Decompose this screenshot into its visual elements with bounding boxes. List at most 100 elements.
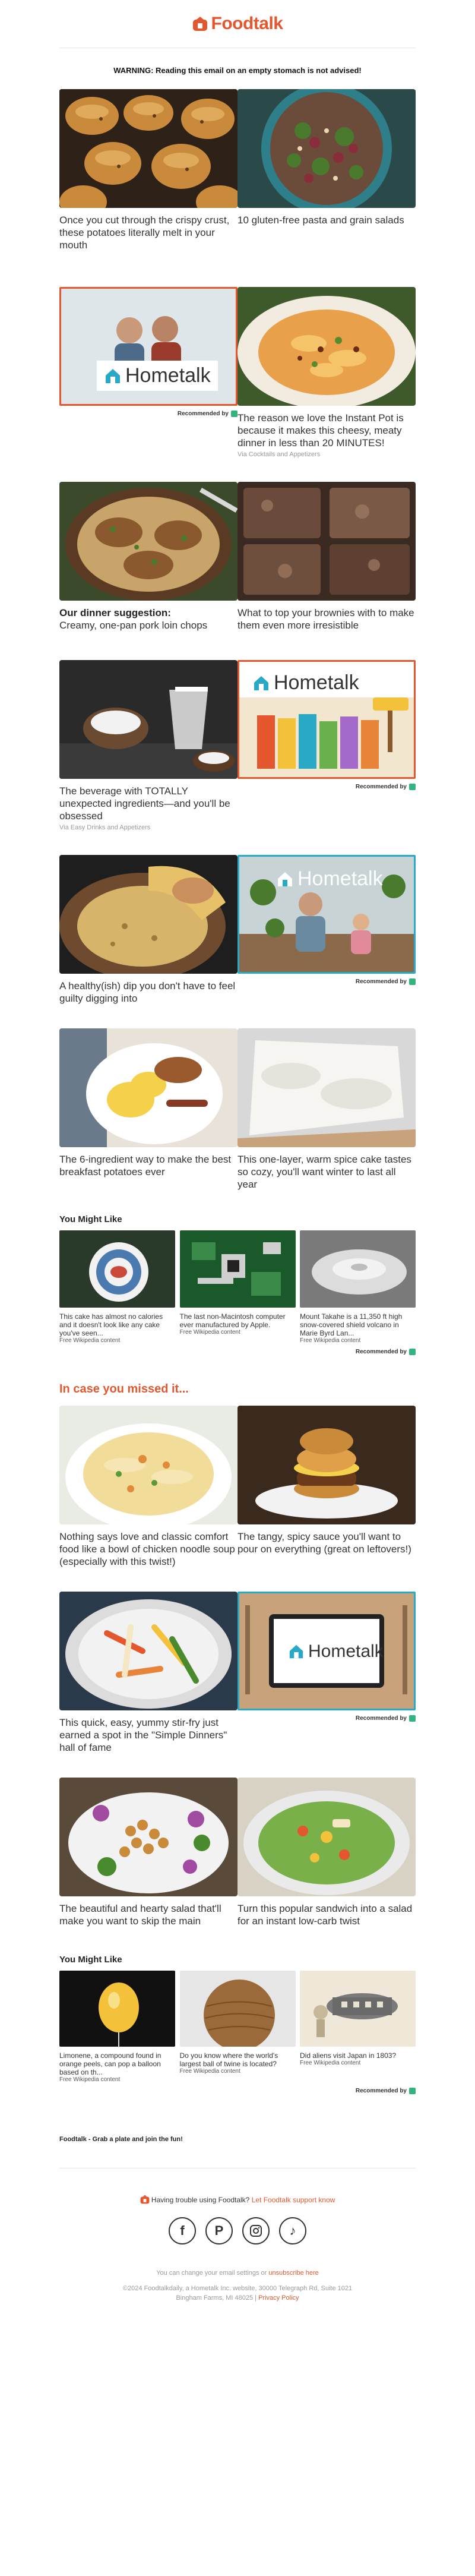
article-card[interactable]: This one-layer, warm spice cake tastes s… xyxy=(238,1028,416,1191)
recommendation-caption[interactable]: Mount Takahe is a 11,350 ft high snow-co… xyxy=(300,1312,416,1337)
article-caption[interactable]: What to top your brownies with to make t… xyxy=(238,607,416,632)
article-image[interactable] xyxy=(238,287,416,406)
hometalk-ad[interactable]: Hometalk xyxy=(238,1592,416,1710)
article-card[interactable]: What to top your brownies with to make t… xyxy=(238,482,416,632)
article-caption[interactable]: 10 gluten-free pasta and grain salads xyxy=(238,214,416,226)
recommendation-source: Free Wikipedia content xyxy=(300,1337,361,1344)
article-image[interactable] xyxy=(238,1406,416,1524)
recommendation-card[interactable]: Mount Takahe is a 11,350 ft high snow-co… xyxy=(300,1230,416,1344)
hometalk-logo: Hometalk xyxy=(97,361,218,391)
recommendation-card[interactable]: Limonene, a compound found in orange pee… xyxy=(59,1971,175,2083)
support-text: Having trouble using Foodtalk? xyxy=(151,2196,250,2204)
recommendation-image[interactable] xyxy=(59,1971,175,2047)
hometalk-ad[interactable]: Hometalk xyxy=(238,855,416,974)
recommendation-source: Free Wikipedia content xyxy=(179,1329,240,1336)
pinterest-icon[interactable]: P xyxy=(205,2217,233,2244)
article-caption[interactable]: The reason we love the Instant Pot is be… xyxy=(238,412,416,449)
section-title: You Might Like xyxy=(59,1955,122,1965)
social-links: f P ♪ xyxy=(59,2217,416,2244)
article-row: This quick, easy, yummy stir-fry just ea… xyxy=(59,1592,416,1754)
sponsored-card[interactable]: Hometalk Recommended by xyxy=(238,855,416,1005)
article-image[interactable] xyxy=(238,89,416,208)
article-image[interactable] xyxy=(238,1778,416,1896)
recommendation-card[interactable]: This cake has almost no calories and it … xyxy=(59,1230,175,1344)
hometalk-logo: Hometalk xyxy=(269,864,390,894)
sponsored-card[interactable]: Hometalk Recommended by xyxy=(238,1592,416,1754)
hometalk-logo: Hometalk xyxy=(281,1638,391,1665)
support-line: Having trouble using Foodtalk? Let Foodt… xyxy=(59,2195,416,2204)
recommendation-image[interactable] xyxy=(300,1230,416,1308)
article-image[interactable] xyxy=(59,855,238,974)
sponsored-card[interactable]: Hometalk Recommended by xyxy=(238,660,416,831)
recommendation-image[interactable] xyxy=(59,1230,175,1308)
article-card[interactable]: 10 gluten-free pasta and grain salads xyxy=(238,89,416,251)
recommendation-card[interactable]: The last non-Macintosh computer ever man… xyxy=(179,1230,296,1344)
article-image[interactable] xyxy=(59,89,238,208)
article-caption[interactable]: Turn this popular sandwich into a salad … xyxy=(238,1902,416,1927)
article-row: The 6-ingredient way to make the best br… xyxy=(59,1028,416,1191)
recommendation-card[interactable]: Do you know where the world's largest ba… xyxy=(179,1971,296,2083)
brand-name[interactable]: Foodtalk xyxy=(211,14,284,34)
privacy-link[interactable]: Privacy Policy xyxy=(258,2294,299,2302)
recommendation-card[interactable]: Did aliens visit Japan in 1803? Free Wik… xyxy=(300,1971,416,2083)
unsubscribe-link[interactable]: unsubscribe here xyxy=(268,2269,318,2277)
article-card[interactable]: The beverage with TOTALLY unexpected ing… xyxy=(59,660,238,831)
recommendation-caption[interactable]: Do you know where the world's largest ba… xyxy=(180,2051,296,2068)
article-caption[interactable]: The tangy, spicy sauce you'll want to po… xyxy=(238,1530,416,1555)
article-image[interactable] xyxy=(59,482,238,601)
you-might-like-section: You Might Like Limonene, a compound foun… xyxy=(59,1955,416,2094)
article-card[interactable]: The tangy, spicy sauce you'll want to po… xyxy=(238,1406,416,1568)
article-image[interactable] xyxy=(59,1406,238,1524)
missed-title: In case you missed it... xyxy=(59,1382,189,1396)
recommendation-caption[interactable]: This cake has almost no calories and it … xyxy=(59,1312,175,1337)
article-caption[interactable]: A healthy(ish) dip you don't have to fee… xyxy=(59,980,238,1005)
article-caption[interactable]: Once you cut through the crispy crust, t… xyxy=(59,214,238,251)
article-image[interactable] xyxy=(59,1592,238,1710)
hometalk-ad[interactable]: Hometalk xyxy=(238,660,416,779)
recommendation-caption[interactable]: Did aliens visit Japan in 1803? xyxy=(300,2051,416,2060)
recommendation-source: Free Wikipedia content xyxy=(179,2068,240,2075)
article-caption[interactable]: The beautiful and hearty salad that'll m… xyxy=(59,1902,238,1927)
recommendation-caption[interactable]: The last non-Macintosh computer ever man… xyxy=(180,1312,296,1329)
article-caption[interactable]: The beverage with TOTALLY unexpected ing… xyxy=(59,785,238,822)
address-text: Bingham Farms, MI 48025 xyxy=(176,2294,254,2302)
article-caption[interactable]: Our dinner suggestion: Creamy, one-pan po… xyxy=(59,607,238,632)
article-image[interactable] xyxy=(59,1028,238,1147)
facebook-icon[interactable]: f xyxy=(169,2217,196,2244)
article-image[interactable] xyxy=(238,1028,416,1147)
article-image[interactable] xyxy=(59,660,238,779)
article-image[interactable] xyxy=(59,1778,238,1896)
article-card[interactable]: The beautiful and hearty salad that'll m… xyxy=(59,1778,238,1927)
you-might-like-section: You Might Like This cake has almost no c… xyxy=(59,1214,416,1355)
recommendation-image[interactable] xyxy=(179,1971,296,2047)
recommendation-image[interactable] xyxy=(300,1971,416,2047)
article-caption[interactable]: The 6-ingredient way to make the best br… xyxy=(59,1153,238,1178)
hometalk-ad[interactable]: Hometalk xyxy=(59,287,238,406)
article-row: Nothing says love and classic comfort fo… xyxy=(59,1406,416,1568)
instagram-icon[interactable] xyxy=(242,2217,270,2244)
article-card[interactable]: Turn this popular sandwich into a salad … xyxy=(238,1778,416,1927)
article-card[interactable]: This quick, easy, yummy stir-fry just ea… xyxy=(59,1592,238,1754)
article-card[interactable]: Once you cut through the crispy crust, t… xyxy=(59,89,238,251)
article-caption[interactable]: This quick, easy, yummy stir-fry just ea… xyxy=(59,1716,238,1754)
tiktok-icon[interactable]: ♪ xyxy=(279,2217,306,2244)
caption-label: Our dinner suggestion: xyxy=(59,607,171,618)
recommendation-caption[interactable]: Limonene, a compound found in orange pee… xyxy=(59,2051,175,2076)
article-card[interactable]: The reason we love the Instant Pot is be… xyxy=(238,287,416,458)
recommended-by: Recommended by xyxy=(238,1715,416,1722)
warning-banner: WARNING: Reading this email on an empty … xyxy=(113,66,362,75)
recommendation-image[interactable] xyxy=(179,1230,296,1308)
article-image[interactable] xyxy=(238,482,416,601)
article-card[interactable]: The 6-ingredient way to make the best br… xyxy=(59,1028,238,1191)
article-card[interactable]: Our dinner suggestion: Creamy, one-pan po… xyxy=(59,482,238,632)
article-card[interactable]: Nothing says love and classic comfort fo… xyxy=(59,1406,238,1568)
settings-text: You can change your email settings or xyxy=(156,2269,267,2277)
sponsored-card[interactable]: Hometalk Recommended by xyxy=(59,287,238,458)
email-body: Foodtalk WARNING: Reading this email on … xyxy=(59,0,416,2303)
article-card[interactable]: A healthy(ish) dip you don't have to fee… xyxy=(59,855,238,1005)
article-row: Hometalk Recommended by The reason we lo… xyxy=(59,287,416,458)
support-link[interactable]: Let Foodtalk support know xyxy=(252,2196,335,2204)
article-caption[interactable]: Nothing says love and classic comfort fo… xyxy=(59,1530,238,1568)
article-caption[interactable]: This one-layer, warm spice cake tastes s… xyxy=(238,1153,416,1191)
recommendation-source: Free Wikipedia content xyxy=(59,1337,121,1344)
